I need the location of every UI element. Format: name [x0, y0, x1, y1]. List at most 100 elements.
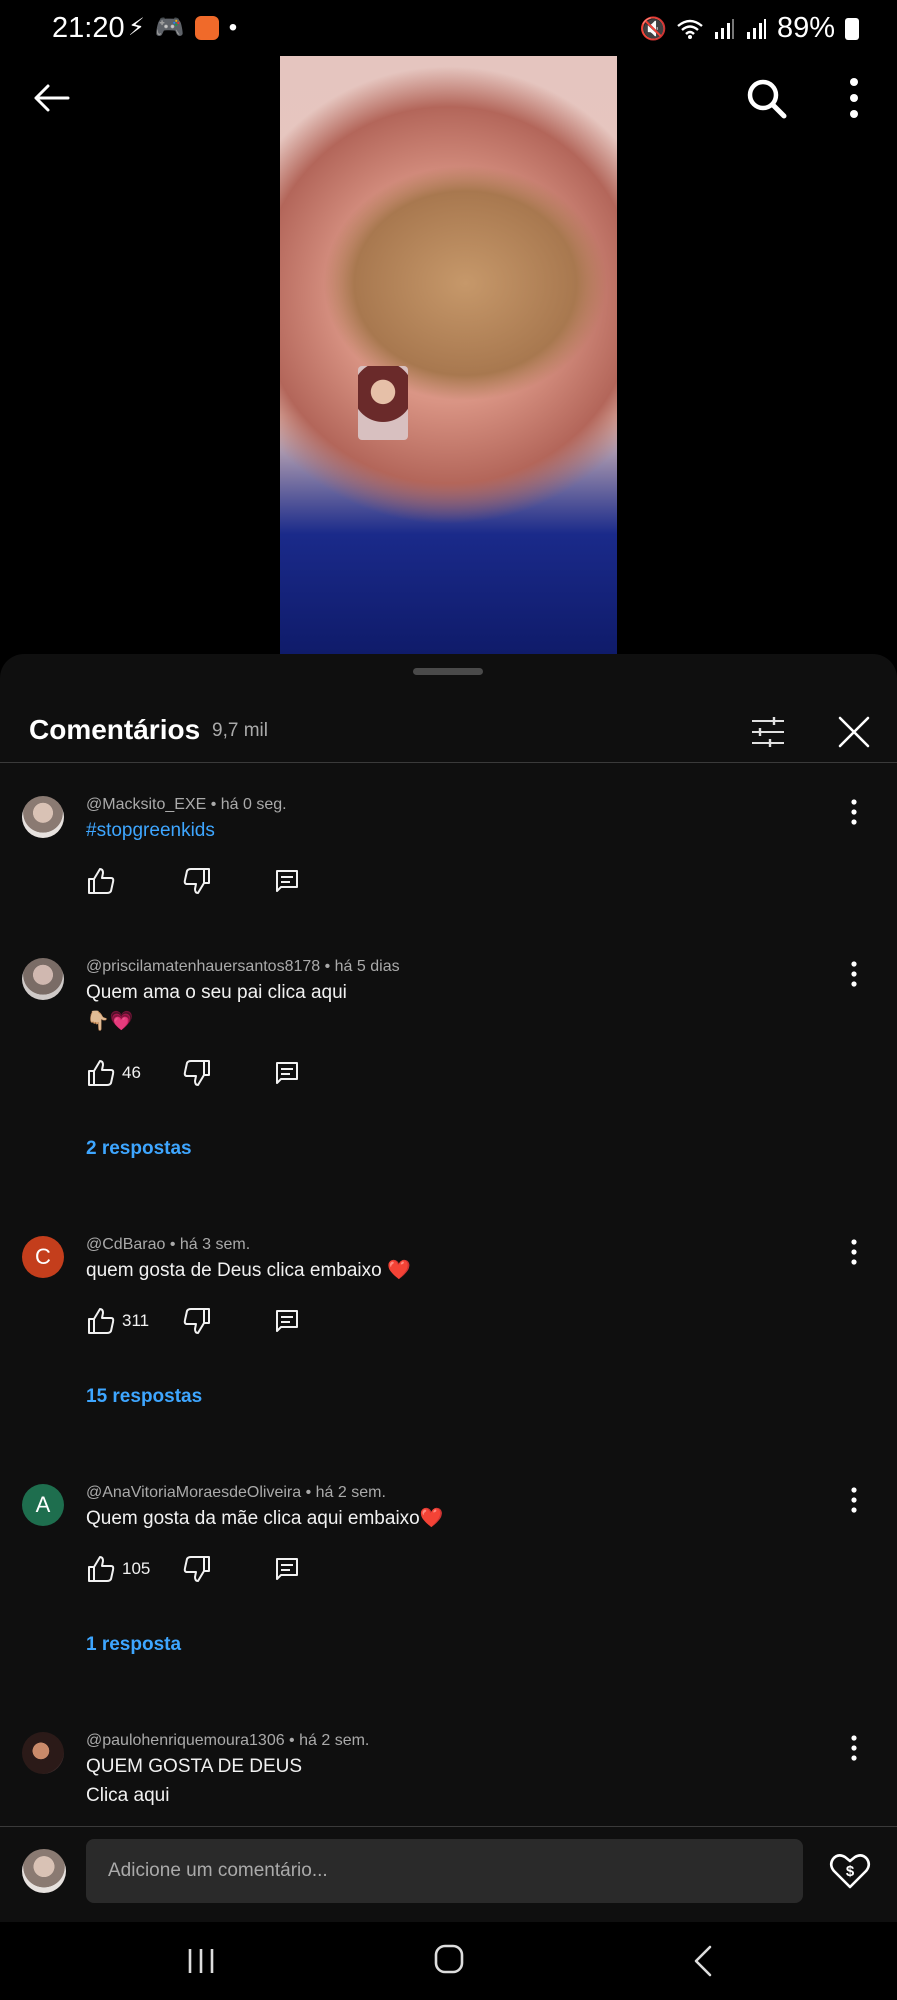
like-button[interactable] — [86, 1554, 116, 1584]
comment-more-button[interactable] — [848, 798, 860, 826]
avatar[interactable] — [22, 796, 64, 838]
comments-sheet: Comentários 9,7 mil @Macksito_EXE • há 0… — [0, 654, 897, 2000]
comment-icon — [276, 870, 298, 892]
comment-text[interactable]: quem gosta de Deus clica embaixo ❤️ — [86, 1256, 411, 1285]
thumbs-up-icon — [88, 1308, 115, 1334]
comment-meta[interactable]: @paulohenriquemoura1306 • há 2 sem. — [86, 1732, 369, 1750]
reply-button[interactable] — [272, 1306, 302, 1336]
super-thanks-button[interactable]: $ — [828, 1849, 872, 1893]
view-replies-link[interactable]: 1 resposta — [86, 1634, 181, 1656]
comment-icon — [276, 1062, 298, 1084]
comment-input[interactable] — [86, 1839, 803, 1903]
dislike-button[interactable] — [182, 1306, 212, 1336]
like-button[interactable] — [86, 1306, 116, 1336]
view-replies-link[interactable]: 15 respostas — [86, 1386, 202, 1408]
avatar[interactable]: A — [22, 1484, 64, 1526]
more-vertical-icon — [851, 799, 857, 825]
comment-text[interactable]: #stopgreenkids — [86, 816, 215, 845]
recent-apps-button[interactable] — [184, 1944, 218, 1978]
comment-actions: 105 — [86, 1554, 302, 1584]
comment-actions — [86, 866, 302, 896]
dot-icon: • — [228, 14, 238, 41]
more-vertical-icon — [851, 1487, 857, 1513]
more-vertical-icon — [851, 1239, 857, 1265]
system-back-button[interactable] — [688, 1944, 718, 1978]
mute-icon: 🔇 — [639, 15, 667, 41]
heart-dollar-icon: $ — [829, 1854, 871, 1889]
battery-icon — [845, 17, 859, 40]
comment-text-line2[interactable]: Clica aqui — [86, 1781, 169, 1810]
comment-input-bar: $ — [0, 1826, 897, 1923]
dislike-button[interactable] — [182, 866, 212, 896]
drag-handle[interactable] — [413, 668, 483, 675]
avatar[interactable] — [22, 958, 64, 1000]
home-button[interactable] — [432, 1942, 466, 1976]
thumbs-up-icon — [88, 1060, 115, 1086]
thumbs-down-icon — [183, 1556, 210, 1582]
video-player[interactable] — [0, 56, 897, 654]
comment-meta[interactable]: @Macksito_EXE • há 0 seg. — [86, 796, 287, 814]
gamepad-icon: 🎮 — [154, 14, 185, 41]
reply-button[interactable] — [272, 866, 302, 896]
signal-icon — [714, 18, 734, 39]
comment-text[interactable]: Quem ama o seu pai clica aqui — [86, 978, 347, 1007]
view-replies-link[interactable]: 2 respostas — [86, 1138, 192, 1160]
reply-button[interactable] — [272, 1058, 302, 1088]
comment-text[interactable]: Quem gosta da mãe clica aqui embaixo❤️ — [86, 1504, 443, 1533]
more-vertical-icon — [851, 961, 857, 987]
home-icon — [434, 1944, 464, 1974]
reply-button[interactable] — [272, 1554, 302, 1584]
comment-actions: 46 — [86, 1058, 302, 1088]
comment-text-line2[interactable]: 👇🏼💗 — [86, 1007, 133, 1036]
dislike-button[interactable] — [182, 1058, 212, 1088]
app-icon — [194, 16, 219, 40]
search-icon — [747, 79, 787, 119]
video-inset-face — [358, 366, 408, 440]
back-button[interactable] — [30, 76, 74, 120]
avatar[interactable] — [22, 1732, 64, 1774]
thumbs-up-icon — [88, 868, 115, 894]
recent-apps-icon — [188, 1949, 214, 1973]
wifi-icon — [677, 19, 703, 39]
more-vertical-icon — [851, 1735, 857, 1761]
like-count: 311 — [122, 1311, 150, 1330]
comment-meta[interactable]: @CdBarao • há 3 sem. — [86, 1236, 250, 1254]
close-button[interactable] — [834, 712, 874, 752]
comment-meta[interactable]: @priscilamatenhauersantos8178 • há 5 dia… — [86, 958, 400, 976]
video-frame[interactable] — [280, 56, 617, 654]
comments-title: Comentários — [29, 714, 201, 745]
comment-text[interactable]: QUEM GOSTA DE DEUS — [86, 1752, 302, 1781]
header-divider — [0, 762, 897, 763]
comment-icon — [276, 1558, 298, 1580]
status-time: 21:20 — [52, 12, 125, 44]
search-button[interactable] — [744, 76, 788, 120]
comments-count: 9,7 mil — [212, 720, 268, 741]
comment-more-button[interactable] — [848, 1238, 860, 1266]
close-icon — [838, 716, 870, 748]
comment-meta[interactable]: @AnaVitoriaMoraesdeOliveira • há 2 sem. — [86, 1484, 386, 1502]
battery-percent: 89% — [776, 12, 835, 44]
chevron-left-icon — [694, 1945, 712, 1977]
like-button[interactable] — [86, 1058, 116, 1088]
comment-more-button[interactable] — [848, 1734, 860, 1762]
comment-icon — [276, 1310, 298, 1332]
thumbs-up-icon — [88, 1556, 115, 1582]
svg-text:$: $ — [846, 1863, 855, 1880]
comment-more-button[interactable] — [848, 1486, 860, 1514]
sort-filter-button[interactable] — [748, 712, 788, 752]
thumbs-down-icon — [183, 868, 210, 894]
like-count: 46 — [122, 1063, 141, 1082]
arrow-left-icon — [34, 84, 70, 112]
comment-more-button[interactable] — [848, 960, 860, 988]
thumbs-down-icon — [183, 1060, 210, 1086]
system-nav-bar — [0, 1922, 897, 2000]
user-avatar — [22, 1849, 66, 1893]
like-count: 105 — [122, 1559, 151, 1578]
comments-header: Comentários 9,7 mil — [0, 700, 897, 764]
thumbs-down-icon — [183, 1308, 210, 1334]
avatar[interactable]: C — [22, 1236, 64, 1278]
more-options-button[interactable] — [842, 76, 866, 120]
dislike-button[interactable] — [182, 1554, 212, 1584]
sliders-icon — [752, 717, 784, 747]
like-button[interactable] — [86, 866, 116, 896]
